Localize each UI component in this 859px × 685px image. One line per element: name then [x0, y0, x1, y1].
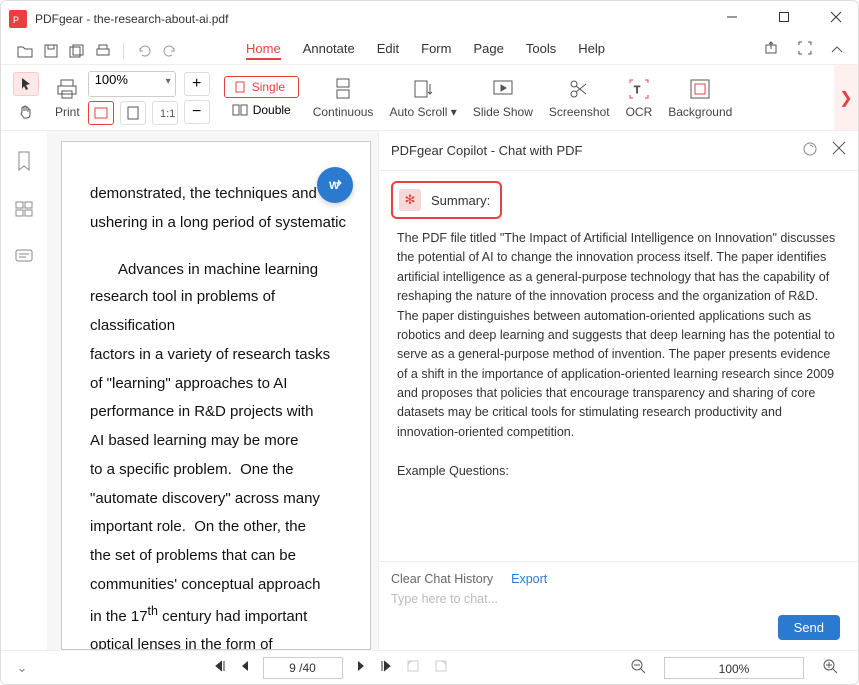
print-button[interactable]: Print — [47, 77, 88, 119]
example-questions-label: Example Questions: — [397, 462, 840, 481]
hand-tool[interactable] — [13, 100, 39, 124]
app-logo: P — [9, 10, 27, 28]
tab-help[interactable]: Help — [578, 41, 605, 60]
chevron-down-icon: ▾ — [166, 76, 171, 87]
autoscroll-button[interactable]: Auto Scroll ▾ — [381, 77, 464, 119]
scissors-icon — [567, 77, 591, 101]
zoom-value: 100% — [95, 72, 128, 87]
export-word-icon[interactable]: W — [317, 167, 353, 203]
ocr-button[interactable]: T OCR — [618, 77, 661, 119]
actual-size-button[interactable]: 1:1 — [152, 101, 178, 125]
print-icon[interactable] — [93, 41, 113, 61]
zoom-level-input[interactable]: 100% — [664, 657, 804, 679]
rotate-left-icon[interactable] — [405, 658, 421, 677]
clear-history-link[interactable]: Clear Chat History — [391, 572, 493, 586]
zoom-in-icon[interactable] — [822, 658, 838, 677]
background-button[interactable]: Background — [660, 77, 740, 119]
svg-text:1:1: 1:1 — [160, 108, 175, 120]
send-button[interactable]: Send — [778, 615, 840, 640]
open-icon[interactable] — [15, 41, 35, 61]
screenshot-button[interactable]: Screenshot — [541, 77, 618, 119]
tab-annotate[interactable]: Annotate — [303, 41, 355, 60]
summary-header: ✻ Summary: — [391, 181, 502, 219]
view-double-button[interactable]: Double — [224, 100, 299, 120]
share-icon[interactable] — [764, 41, 780, 60]
fit-page-button[interactable] — [120, 101, 146, 125]
save-all-icon[interactable] — [67, 41, 87, 61]
select-arrow-tool[interactable] — [13, 72, 39, 96]
rotate-right-icon[interactable] — [433, 658, 449, 677]
tab-home[interactable]: Home — [246, 41, 281, 60]
collapse-ribbon-icon[interactable] — [830, 42, 844, 60]
comments-icon[interactable] — [10, 243, 38, 271]
copilot-header: PDFgear Copilot - Chat with PDF — [379, 131, 858, 171]
pdf-page: demonstrated, the techniques andushering… — [61, 141, 371, 650]
zoom-out-button[interactable]: − — [184, 100, 210, 124]
window-title: PDFgear - the-research-about-ai.pdf — [35, 12, 228, 26]
summary-text: The PDF file titled "The Impact of Artif… — [397, 229, 840, 442]
maximize-button[interactable] — [770, 10, 798, 28]
quick-access-row: Home Annotate Edit Form Page Tools Help — [1, 37, 858, 65]
left-sidebar — [1, 131, 47, 650]
menu-tabs: Home Annotate Edit Form Page Tools Help — [246, 41, 605, 60]
minimize-button[interactable] — [718, 10, 746, 28]
summary-label: Summary: — [431, 193, 490, 208]
prev-page-icon[interactable] — [239, 659, 251, 676]
copilot-close-icon[interactable] — [832, 141, 846, 160]
expand-sidebar-icon[interactable]: ⌄ — [13, 660, 31, 676]
svg-text:P: P — [13, 15, 19, 25]
svg-text:T: T — [634, 85, 640, 96]
ocr-icon: T — [627, 77, 651, 101]
zoom-out-icon[interactable] — [630, 658, 646, 677]
tab-form[interactable]: Form — [421, 41, 451, 60]
tab-tools[interactable]: Tools — [526, 41, 556, 60]
last-page-icon[interactable] — [379, 659, 393, 676]
ribbon-toolbar: Print 100% ▾ 1:1 + − Single Double — [1, 65, 858, 131]
slideshow-button[interactable]: Slide Show — [465, 77, 541, 119]
next-page-icon[interactable] — [355, 659, 367, 676]
print-icon — [55, 77, 79, 101]
zoom-combo[interactable]: 100% ▾ — [88, 71, 176, 97]
ribbon-scroll-right[interactable]: ❯ — [834, 65, 858, 130]
thumbnails-icon[interactable] — [10, 195, 38, 223]
zoom-in-button[interactable]: + — [184, 72, 210, 96]
autoscroll-icon — [411, 77, 435, 101]
page-number-input[interactable]: 9 /40 — [263, 657, 343, 679]
view-single-button[interactable]: Single — [224, 76, 299, 98]
summary-icon: ✻ — [399, 189, 421, 211]
export-link[interactable]: Export — [511, 572, 547, 586]
first-page-icon[interactable] — [213, 659, 227, 676]
slideshow-icon — [491, 77, 515, 101]
redo-icon[interactable] — [160, 41, 180, 61]
fit-width-button[interactable] — [88, 101, 114, 125]
title-bar: P PDFgear - the-research-about-ai.pdf — [1, 1, 858, 37]
close-button[interactable] — [822, 10, 850, 28]
copilot-panel: PDFgear Copilot - Chat with PDF ✻ Summar… — [378, 131, 858, 650]
copilot-refresh-icon[interactable] — [802, 141, 818, 160]
undo-icon[interactable] — [134, 41, 154, 61]
single-page-icon — [233, 81, 247, 93]
fullscreen-icon[interactable] — [798, 41, 812, 60]
double-page-icon — [232, 104, 248, 116]
status-bar: ⌄ 9 /40 100% — [1, 650, 858, 684]
document-viewport[interactable]: demonstrated, the techniques andushering… — [47, 131, 378, 650]
continuous-icon — [331, 77, 355, 101]
background-icon — [688, 77, 712, 101]
tab-edit[interactable]: Edit — [377, 41, 399, 60]
tab-page[interactable]: Page — [473, 41, 503, 60]
continuous-button[interactable]: Continuous — [305, 77, 382, 119]
print-label: Print — [55, 105, 80, 119]
save-icon[interactable] — [41, 41, 61, 61]
copilot-title: PDFgear Copilot - Chat with PDF — [391, 143, 582, 158]
bookmark-icon[interactable] — [10, 147, 38, 175]
